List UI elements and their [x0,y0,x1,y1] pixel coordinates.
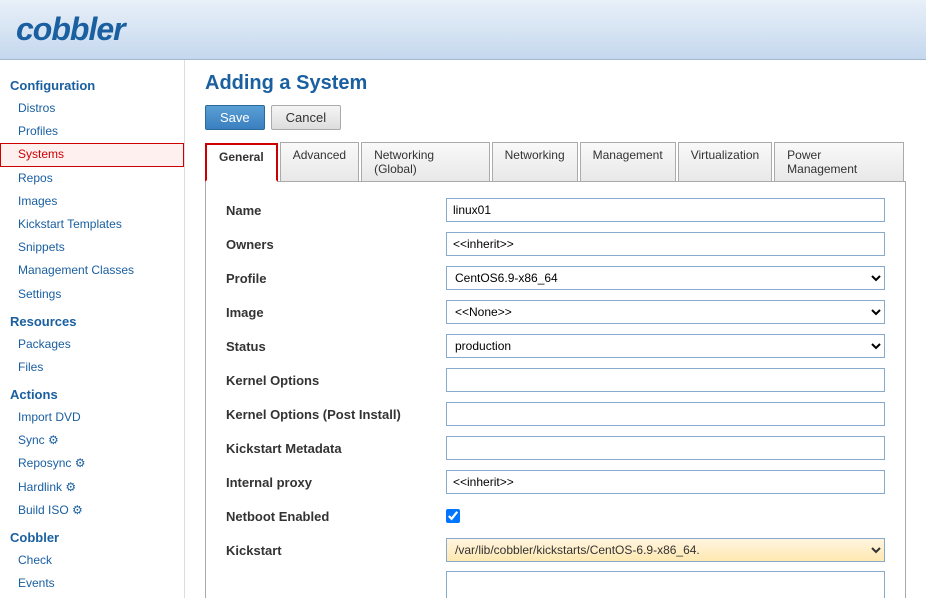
kickstart-select[interactable]: /var/lib/cobbler/kickstarts/CentOS-6.9-x… [446,538,885,562]
form-textarea-comment[interactable] [446,571,885,598]
layout: ConfigurationDistrosProfilesSystemsRepos… [0,60,926,598]
tab-virtualization[interactable]: Virtualization [678,142,772,181]
form-checkbox-netboot[interactable] [446,509,460,523]
sidebar-item-repos[interactable]: Repos [0,167,184,190]
header: cobbler [0,0,926,60]
cancel-button[interactable]: Cancel [271,105,341,130]
sidebar-item-snippets[interactable]: Snippets [0,236,184,259]
tab-advanced[interactable]: Advanced [280,142,359,181]
sidebar-section-title: Actions [0,379,184,406]
sidebar-item-files[interactable]: Files [0,356,184,379]
form-label: Profile [226,271,446,286]
form-select-image[interactable]: <<None>> [446,300,885,324]
sidebar-item-build-iso-⚙[interactable]: Build ISO ⚙ [0,499,184,522]
sidebar-section-title: Configuration [0,70,184,97]
sidebar-item-check[interactable]: Check [0,549,184,572]
form-row: Statusproduction [226,333,885,359]
sidebar-item-settings[interactable]: Settings [0,283,184,306]
sidebar-item-distros[interactable]: Distros [0,97,184,120]
form-row: Kickstart Metadata [226,435,885,461]
form-input-kickstart-metadata[interactable] [446,436,885,460]
sidebar-item-import-dvd[interactable]: Import DVD [0,406,184,429]
sidebar-section-title: Resources [0,306,184,333]
sidebar-item-management-classes[interactable]: Management Classes [0,259,184,282]
sidebar-item-profiles[interactable]: Profiles [0,120,184,143]
form-row: Owners [226,231,885,257]
tab-networking-global-[interactable]: Networking (Global) [361,142,490,181]
tab-networking[interactable]: Networking [492,142,578,181]
form-input-kernel-options[interactable] [446,368,885,392]
form-row: Name [226,197,885,223]
form-input-internal-proxy[interactable] [446,470,885,494]
form-row: Netboot Enabled [226,503,885,529]
tab-management[interactable]: Management [580,142,676,181]
form-row: Kernel Options (Post Install) [226,401,885,427]
form-row: Internal proxy [226,469,885,495]
form-select-profile[interactable]: CentOS6.9-x86_64 [446,266,885,290]
form-input-name[interactable] [446,198,885,222]
page-title: Adding a System [205,72,906,95]
sidebar-item-packages[interactable]: Packages [0,333,184,356]
form-label: Owners [226,237,446,252]
form-label: Status [226,339,446,354]
sidebar-section-title: Cobbler [0,522,184,549]
form-row: Kernel Options [226,367,885,393]
tab-power-management[interactable]: Power Management [774,142,904,181]
form: NameOwnersProfileCentOS6.9-x86_64Image<<… [226,197,885,598]
sidebar: ConfigurationDistrosProfilesSystemsRepos… [0,60,185,598]
tab-general[interactable]: General [205,143,278,182]
logo: cobbler [16,11,125,48]
form-label: Image [226,305,446,320]
form-row: Comment [226,571,885,598]
form-row: ProfileCentOS6.9-x86_64 [226,265,885,291]
form-input-kernel-options-post-install-[interactable] [446,402,885,426]
tabs: GeneralAdvancedNetworking (Global)Networ… [205,142,906,182]
toolbar: Save Cancel [205,105,906,130]
sidebar-item-systems[interactable]: Systems [0,143,184,166]
sidebar-item-reposync-⚙[interactable]: Reposync ⚙ [0,452,184,475]
main-content: Adding a System Save Cancel GeneralAdvan… [185,60,926,598]
form-label: Netboot Enabled [226,509,446,524]
form-input-owners[interactable] [446,232,885,256]
form-container: NameOwnersProfileCentOS6.9-x86_64Image<<… [205,182,906,598]
sidebar-item-images[interactable]: Images [0,190,184,213]
form-label: Kickstart [226,543,446,558]
form-label: Internal proxy [226,475,446,490]
form-row: Image<<None>> [226,299,885,325]
sidebar-item-kickstart-templates[interactable]: Kickstart Templates [0,213,184,236]
form-select-status[interactable]: production [446,334,885,358]
form-label: Kickstart Metadata [226,441,446,456]
sidebar-item-events[interactable]: Events [0,572,184,595]
form-label: Name [226,203,446,218]
save-button[interactable]: Save [205,105,265,130]
form-label: Kernel Options [226,373,446,388]
sidebar-item-sync-⚙[interactable]: Sync ⚙ [0,429,184,452]
form-row: Kickstart/var/lib/cobbler/kickstarts/Cen… [226,537,885,563]
form-label: Kernel Options (Post Install) [226,407,446,422]
sidebar-item-hardlink-⚙[interactable]: Hardlink ⚙ [0,476,184,499]
